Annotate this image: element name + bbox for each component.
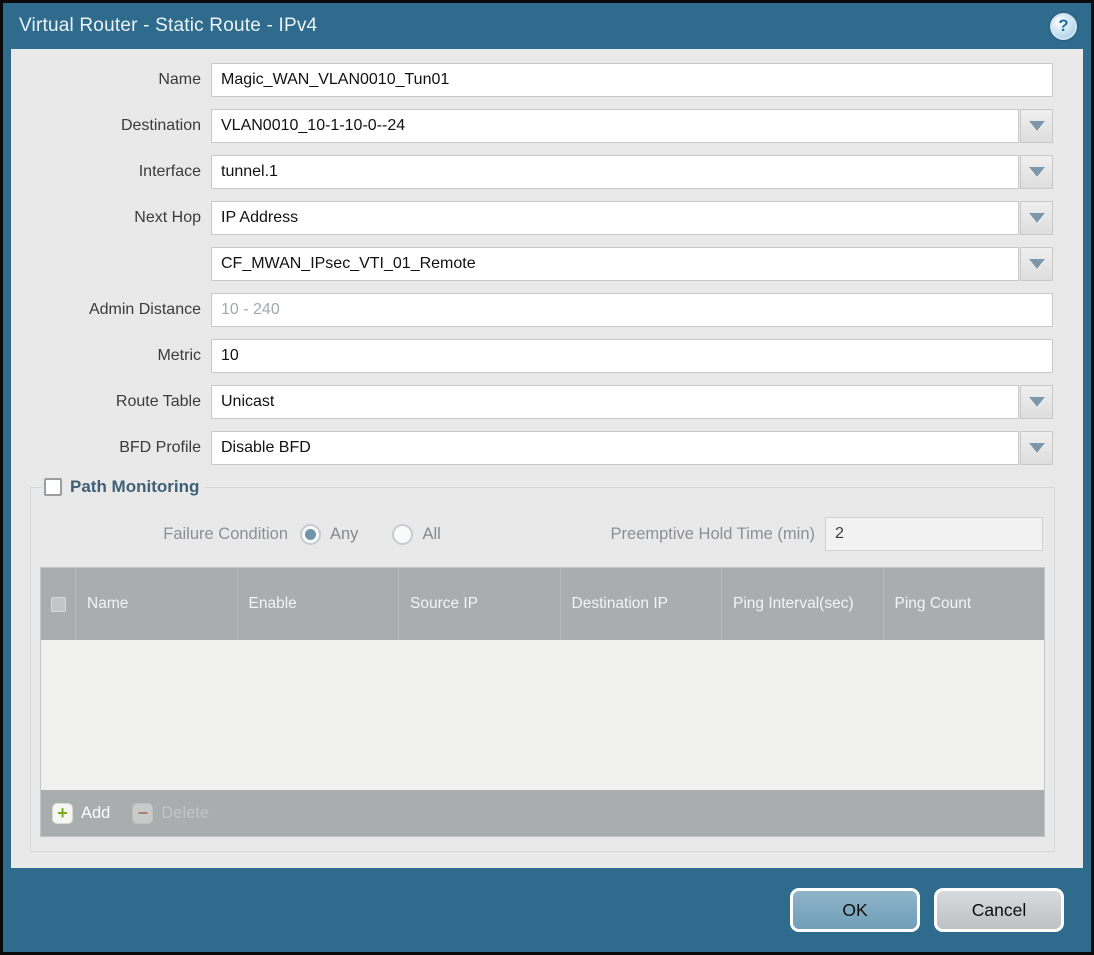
destination-label: Destination — [120, 117, 201, 134]
radio-any-label: Any — [330, 524, 359, 543]
next-hop-type-dropdown-button[interactable] — [1020, 201, 1053, 235]
table-body-empty — [41, 640, 1044, 790]
bfd-profile-dropdown-button[interactable] — [1020, 431, 1053, 465]
radio-all-label: All — [422, 524, 441, 543]
next-hop-address-input[interactable] — [211, 247, 1019, 281]
name-input[interactable] — [211, 63, 1053, 97]
cancel-button[interactable]: Cancel — [934, 888, 1064, 932]
failure-condition-radio-group: Any All — [300, 523, 441, 545]
path-monitoring-section: Path Monitoring Failure Condition Any Al… — [30, 477, 1055, 852]
admin-distance-input[interactable] — [211, 293, 1053, 327]
form-row-interface: Interface — [11, 155, 1053, 189]
chevron-down-icon — [1028, 121, 1045, 131]
form-row-admin-distance: Admin Distance — [11, 293, 1053, 327]
delete-button[interactable]: − Delete — [132, 802, 210, 824]
path-monitoring-title: Path Monitoring — [70, 477, 200, 496]
path-monitoring-checkbox[interactable] — [44, 478, 62, 496]
destination-input[interactable] — [211, 109, 1019, 143]
select-all-cell — [41, 568, 75, 640]
form-row-name: Name — [11, 63, 1053, 97]
bfd-profile-input[interactable] — [211, 431, 1019, 465]
dialog-footer: OK Cancel — [3, 868, 1091, 952]
next-hop-label: Next Hop — [134, 209, 201, 226]
table-header: Name Enable Source IP Destination IP Pin… — [41, 568, 1044, 640]
next-hop-type-input[interactable] — [211, 201, 1019, 235]
select-all-checkbox[interactable] — [50, 596, 66, 612]
form-row-metric: Metric — [11, 339, 1053, 373]
form-row-next-hop-address — [11, 247, 1053, 281]
form-row-next-hop: Next Hop — [11, 201, 1053, 235]
radio-option-any[interactable]: Any — [300, 523, 359, 545]
preemptive-hold-time-label: Preemptive Hold Time (min) — [610, 524, 815, 543]
help-icon[interactable]: ? — [1050, 12, 1077, 40]
table-toolbar: + Add − Delete — [41, 790, 1044, 836]
delete-button-label: Delete — [161, 803, 210, 822]
column-header-name[interactable]: Name — [75, 568, 237, 640]
failure-condition-label: Failure Condition — [163, 524, 288, 543]
plus-icon: + — [52, 802, 73, 824]
add-button-label: Add — [81, 803, 111, 822]
failure-condition-row: Failure Condition Any All Preemptive Hol… — [42, 517, 1043, 551]
bfd-profile-label: BFD Profile — [119, 439, 201, 456]
preemptive-hold-time-group: Preemptive Hold Time (min) — [611, 517, 1043, 551]
admin-distance-label: Admin Distance — [88, 301, 201, 318]
interface-label: Interface — [138, 163, 201, 180]
interface-dropdown-button[interactable] — [1020, 155, 1053, 189]
chevron-down-icon — [1028, 213, 1045, 223]
column-header-ping-count[interactable]: Ping Count — [882, 568, 1045, 640]
dialog-title: Virtual Router - Static Route - IPv4 — [19, 15, 318, 36]
radio-option-all[interactable]: All — [392, 523, 441, 545]
path-monitoring-table: Name Enable Source IP Destination IP Pin… — [40, 567, 1045, 837]
dialog-frame: Virtual Router - Static Route - IPv4 ? N… — [3, 3, 1091, 952]
form-row-route-table: Route Table — [11, 385, 1053, 419]
column-header-enable[interactable]: Enable — [236, 568, 399, 640]
route-table-dropdown-button[interactable] — [1020, 385, 1053, 419]
interface-input[interactable] — [211, 155, 1019, 189]
column-header-destination-ip[interactable]: Destination IP — [559, 568, 722, 640]
add-button[interactable]: + Add — [52, 802, 111, 824]
dialog-content: Name Destination Interface — [11, 49, 1083, 868]
minus-icon: − — [132, 802, 154, 824]
radio-any-icon — [300, 523, 321, 545]
route-table-input[interactable] — [211, 385, 1019, 419]
metric-input[interactable] — [211, 339, 1053, 373]
titlebar: Virtual Router - Static Route - IPv4 ? — [3, 3, 1091, 49]
radio-all-icon — [392, 523, 414, 545]
chevron-down-icon — [1028, 259, 1045, 269]
form-row-destination: Destination — [11, 109, 1053, 143]
chevron-down-icon — [1028, 397, 1045, 407]
column-header-source-ip[interactable]: Source IP — [398, 568, 560, 640]
destination-dropdown-button[interactable] — [1020, 109, 1053, 143]
next-hop-address-dropdown-button[interactable] — [1020, 247, 1053, 281]
dialog-window: Virtual Router - Static Route - IPv4 ? N… — [0, 0, 1094, 955]
name-label: Name — [158, 71, 201, 88]
metric-label: Metric — [157, 347, 201, 364]
chevron-down-icon — [1028, 167, 1045, 177]
ok-button[interactable]: OK — [790, 888, 920, 932]
chevron-down-icon — [1028, 443, 1045, 453]
route-table-label: Route Table — [115, 393, 201, 410]
path-monitoring-legend: Path Monitoring — [42, 477, 205, 497]
form-row-bfd-profile: BFD Profile — [11, 431, 1053, 465]
preemptive-hold-time-input[interactable] — [825, 517, 1043, 551]
column-header-ping-interval[interactable]: Ping Interval(sec) — [721, 568, 883, 640]
